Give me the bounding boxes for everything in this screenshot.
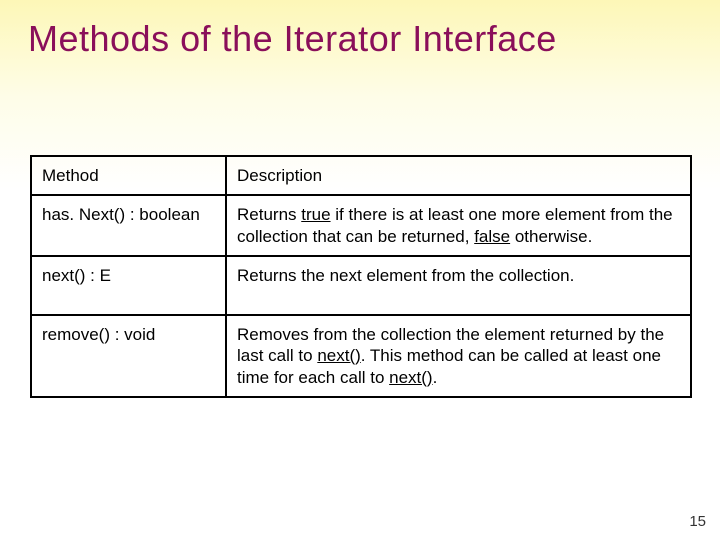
method-remove: remove() : void	[31, 315, 226, 397]
next-call-literal: next()	[317, 346, 360, 365]
description-hasnext: Returns true if there is at least one mo…	[226, 195, 691, 256]
methods-table-container: Method Description has. Next() : boolean…	[30, 155, 690, 398]
true-literal: true	[301, 205, 330, 224]
method-hasnext: has. Next() : boolean	[31, 195, 226, 256]
desc-text: otherwise.	[510, 227, 592, 246]
method-next: next() : E	[31, 256, 226, 315]
desc-text: .	[433, 368, 438, 387]
description-remove: Removes from the collection the element …	[226, 315, 691, 397]
table-header-row: Method Description	[31, 156, 691, 195]
methods-table: Method Description has. Next() : boolean…	[30, 155, 692, 398]
slide-title: Methods of the Iterator Interface	[0, 0, 720, 60]
next-call-literal: next()	[389, 368, 432, 387]
false-literal: false	[474, 227, 510, 246]
page-number: 15	[689, 513, 706, 530]
table-row: next() : E Returns the next element from…	[31, 256, 691, 315]
header-description: Description	[226, 156, 691, 195]
description-next: Returns the next element from the collec…	[226, 256, 691, 315]
table-row: has. Next() : boolean Returns true if th…	[31, 195, 691, 256]
header-method: Method	[31, 156, 226, 195]
desc-text: Returns	[237, 205, 301, 224]
table-row: remove() : void Removes from the collect…	[31, 315, 691, 397]
slide: Methods of the Iterator Interface Method…	[0, 0, 720, 540]
